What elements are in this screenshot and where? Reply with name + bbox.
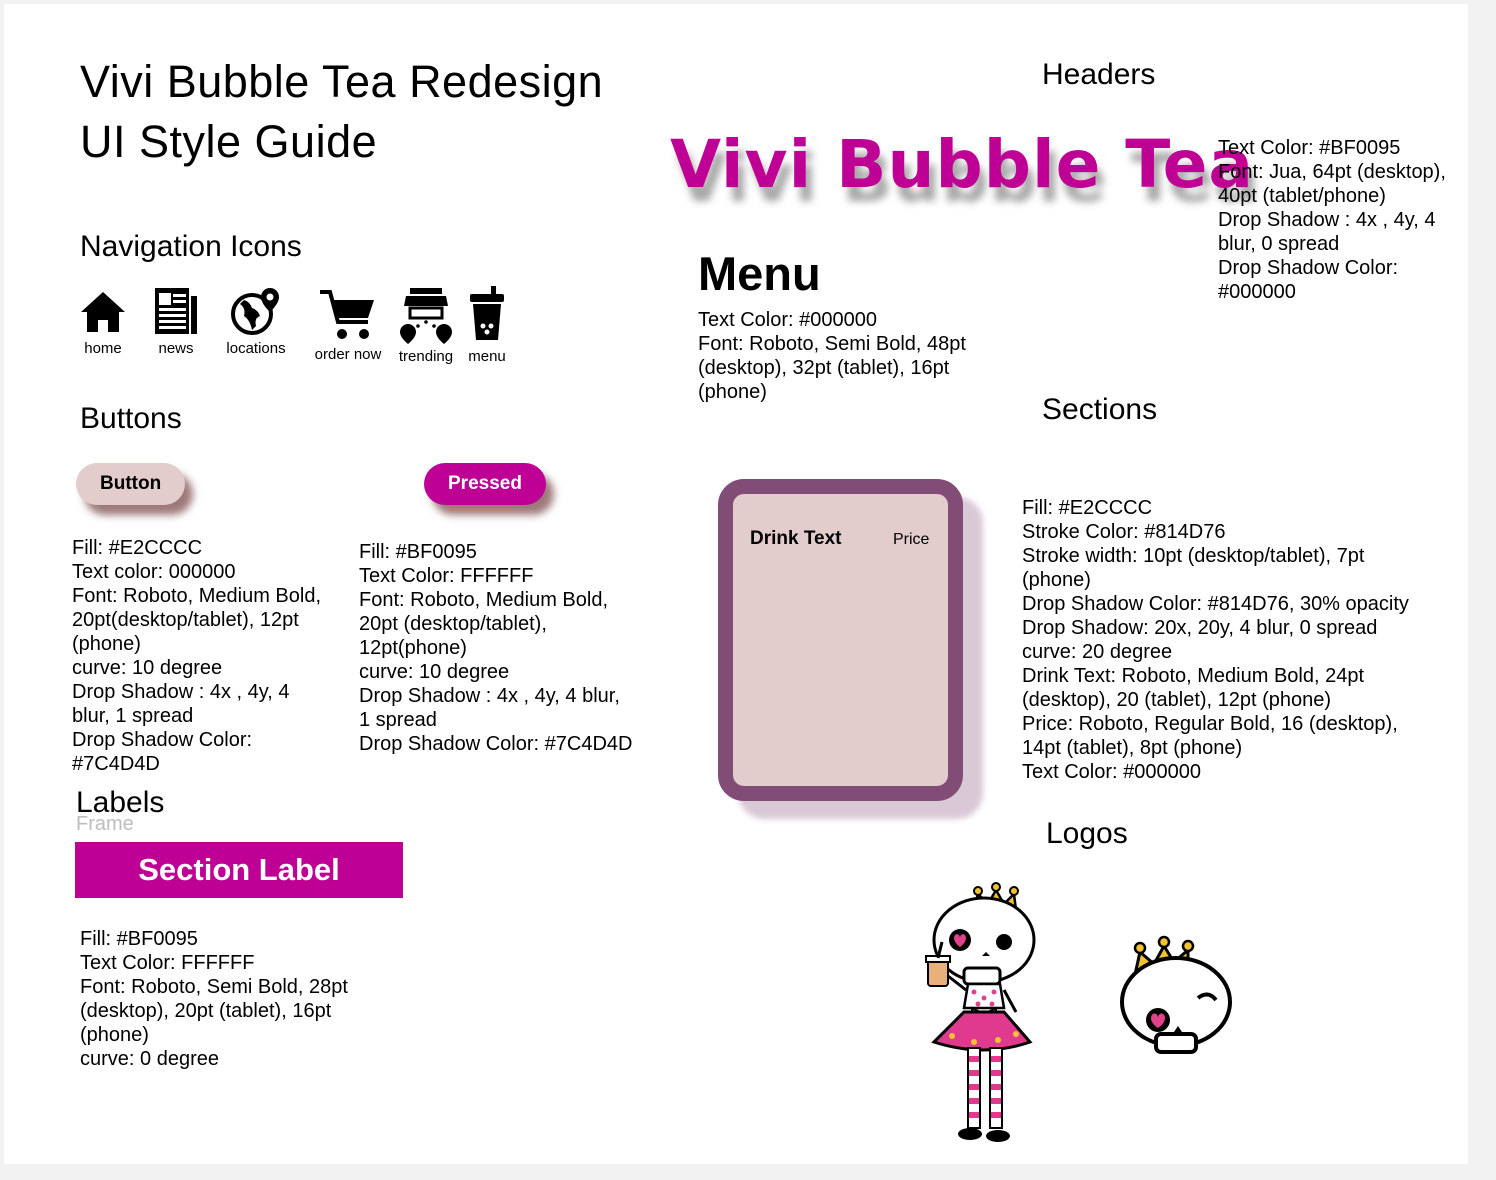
crowned-skull-logo xyxy=(1120,935,1232,1054)
nav-item-order-now[interactable]: order now xyxy=(308,286,388,365)
menu-header-sample: Menu xyxy=(698,247,821,300)
section-label-sample: Section Label xyxy=(75,842,403,898)
menu-header-spec: Text Color: #000000 Font: Roboto, Semi B… xyxy=(698,309,966,403)
page-title-line-2: UI Style Guide xyxy=(80,116,378,167)
cart-icon xyxy=(320,290,374,339)
drink-text: Drink Text xyxy=(750,528,842,549)
nav-label-news: news xyxy=(158,340,194,357)
logos-heading: Logos xyxy=(1046,817,1128,850)
brand-header-sample: Vivi Bubble Tea xyxy=(670,126,1254,203)
news-icon xyxy=(155,288,197,334)
button-spec: Fill: #E2CCCC Text color: 000000 Font: R… xyxy=(72,537,322,775)
nav-label-trending: trending xyxy=(398,348,454,365)
skeleton-girl-mascot-logo xyxy=(925,882,1036,1142)
nav-label-home: home xyxy=(84,340,122,357)
page-title-line-1: Vivi Bubble Tea Redesign xyxy=(80,56,604,107)
bubble-tea-cup-icon xyxy=(470,286,504,340)
globe-pin-icon xyxy=(231,288,279,335)
nav-label-menu: menu xyxy=(468,348,506,365)
section-spec: Fill: #E2CCCC Stroke Color: #814D76 Stro… xyxy=(1022,497,1409,783)
headers-heading: Headers xyxy=(1042,58,1156,91)
sample-button[interactable]: Button xyxy=(76,463,186,505)
navigation-icons-row: home news locations order now trending m… xyxy=(76,286,512,365)
nav-label-locations: locations xyxy=(226,340,286,357)
price-text: Price xyxy=(893,531,930,548)
label-spec: Fill: #BF0095 Text Color: FFFFFF Font: R… xyxy=(80,928,348,1070)
page-title: Vivi Bubble Tea Redesign UI Style Guide xyxy=(80,52,603,172)
nav-item-menu[interactable]: menu xyxy=(462,286,512,365)
frame-caption: Frame xyxy=(76,813,134,835)
brand-header-spec: Text Color: #BF0095 Font: Jua, 64pt (des… xyxy=(1218,137,1446,303)
sample-pressed-button[interactable]: Pressed xyxy=(424,463,546,505)
nav-label-order-now: order now xyxy=(314,346,382,363)
navigation-icons-heading: Navigation Icons xyxy=(80,230,302,263)
pressed-button-spec: Fill: #BF0095 Text Color: FFFFFF Font: R… xyxy=(359,541,633,755)
nav-item-news[interactable]: news xyxy=(146,286,206,365)
sections-heading: Sections xyxy=(1042,393,1158,426)
nav-item-trending[interactable]: trending xyxy=(394,286,458,365)
storefront-icon xyxy=(400,288,452,344)
buttons-heading: Buttons xyxy=(80,402,182,435)
nav-item-home[interactable]: home xyxy=(76,286,130,365)
nav-item-locations[interactable]: locations xyxy=(218,286,294,365)
home-icon xyxy=(81,292,125,332)
